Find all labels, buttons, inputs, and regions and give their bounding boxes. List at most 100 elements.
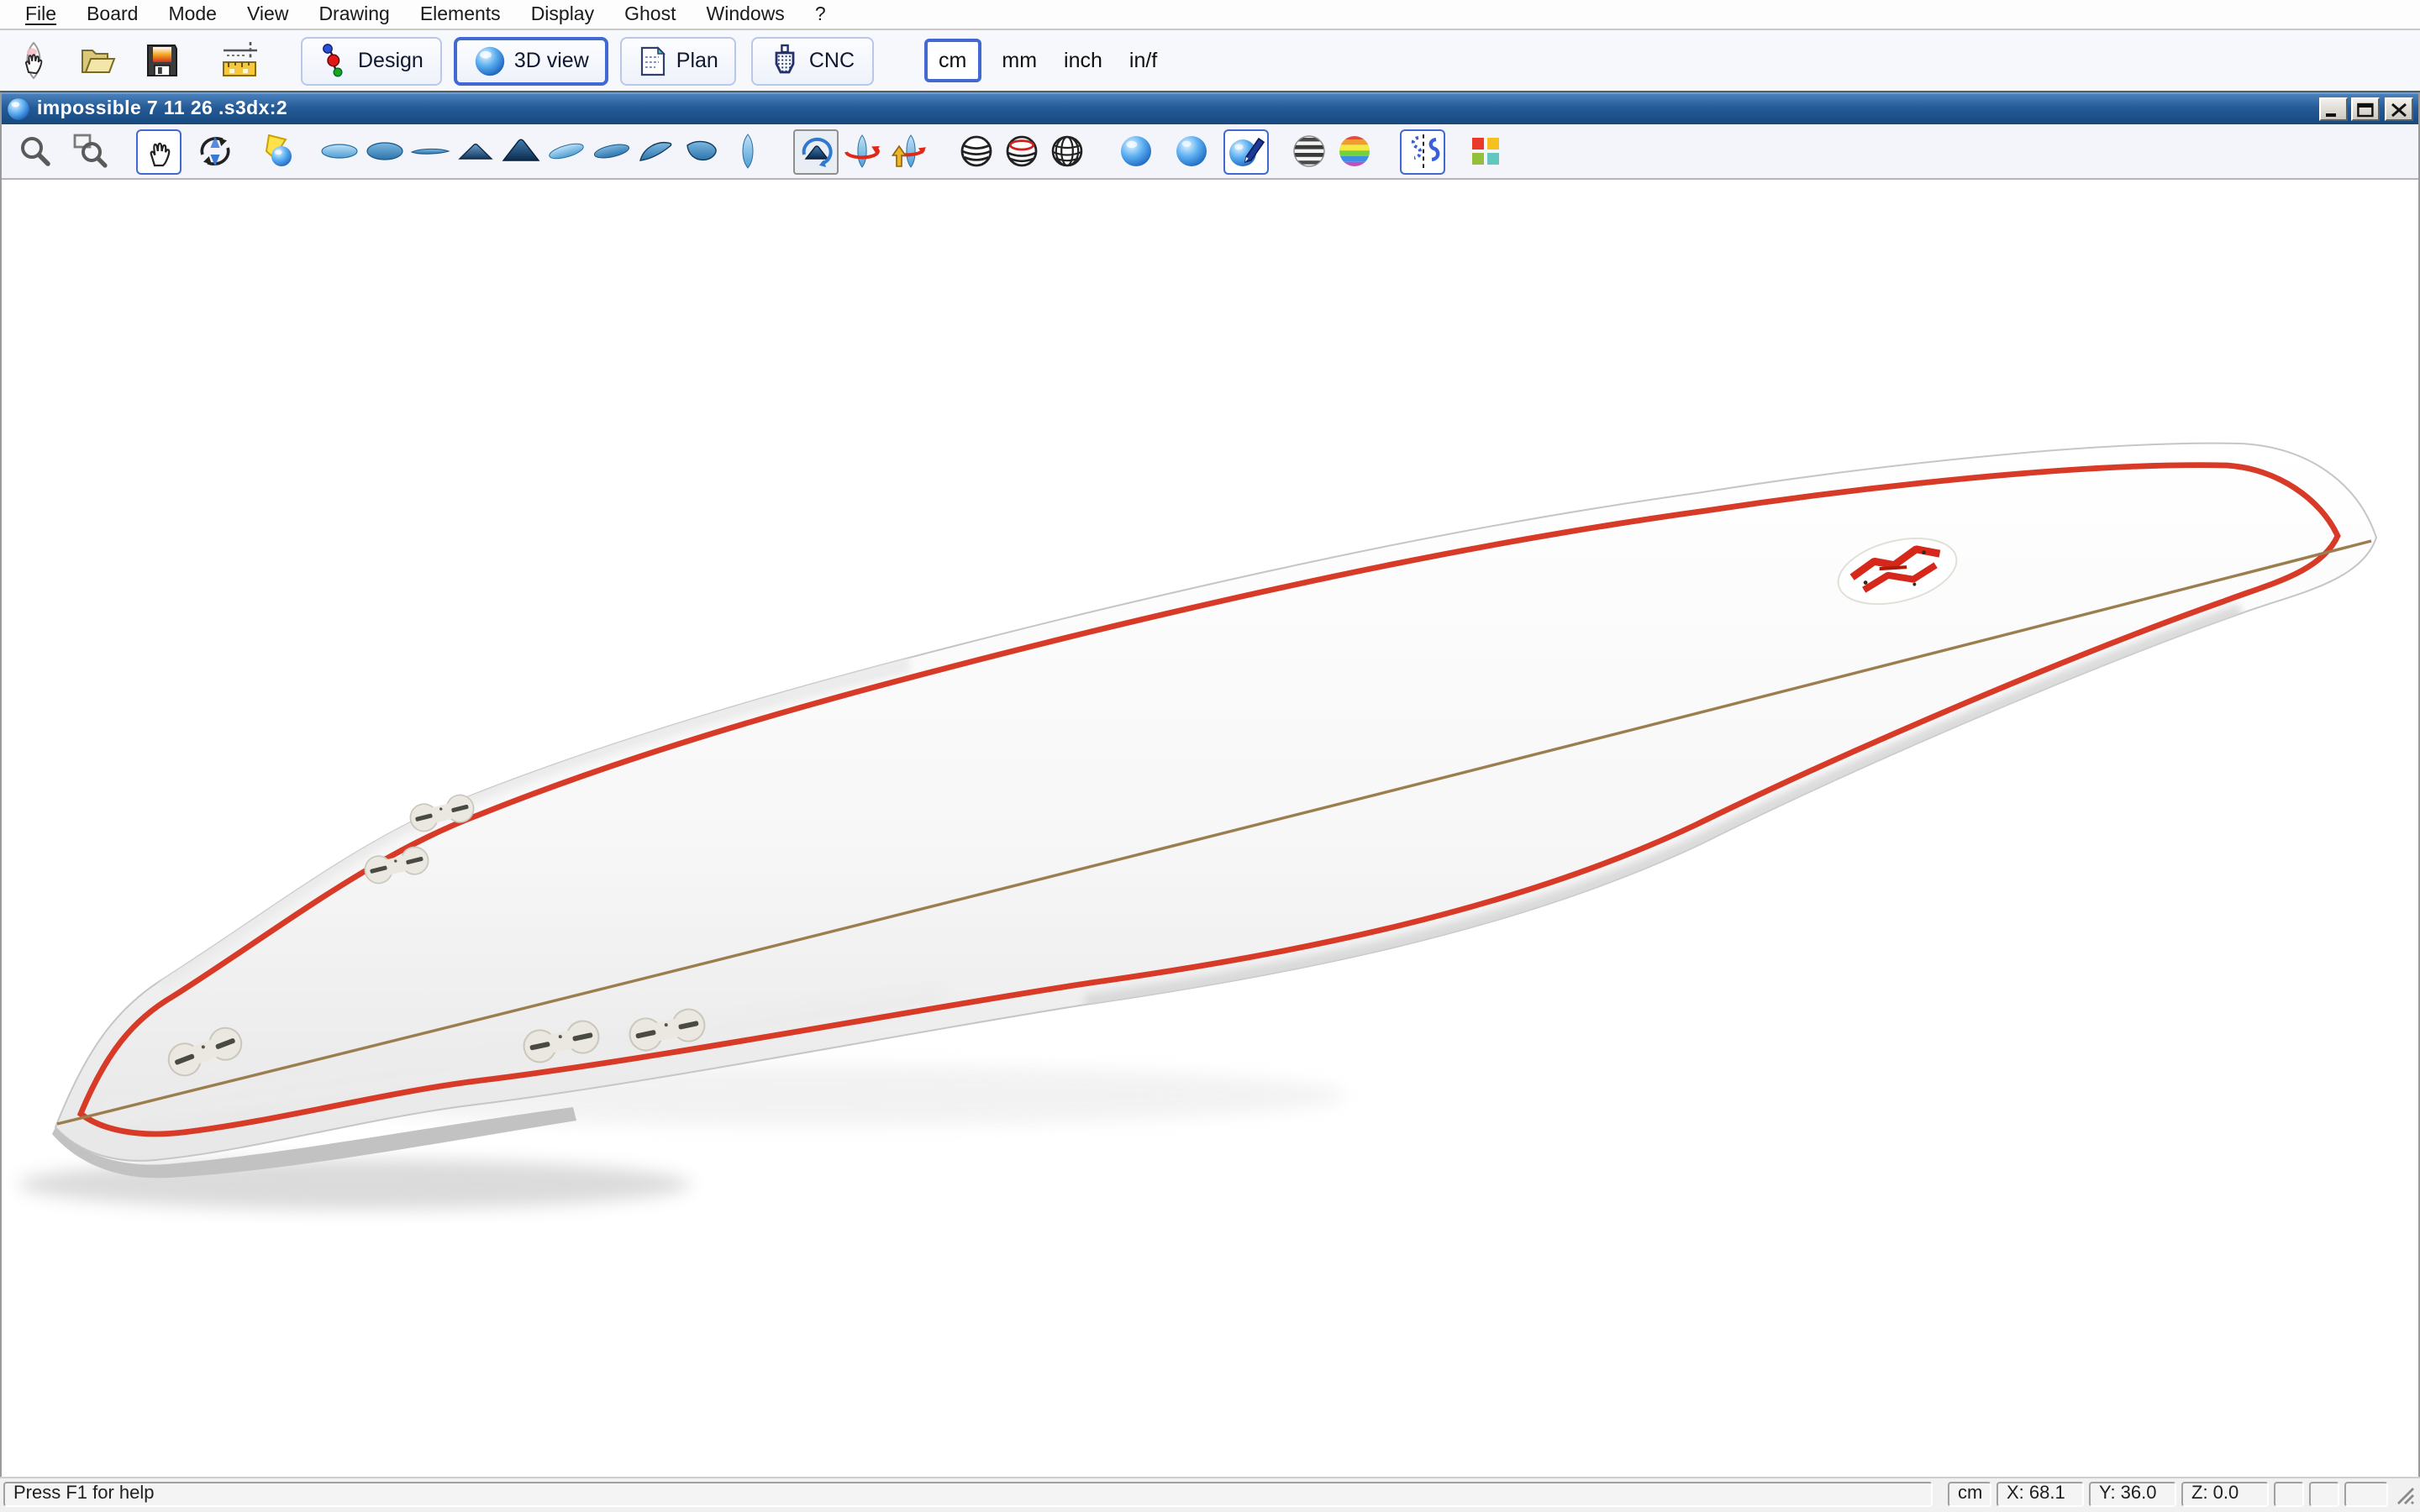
new-board-icon (13, 40, 54, 81)
smooth-sphere-icon (1172, 133, 1209, 170)
plan-mode-icon (639, 45, 668, 76)
zoom-button[interactable] (12, 129, 57, 174)
menu-view[interactable]: View (232, 4, 303, 24)
wireframe-sphere-icon (957, 133, 994, 170)
color-squares-button[interactable] (1462, 129, 1507, 174)
minimize-button[interactable] (2319, 97, 2348, 121)
menu-help[interactable]: ? (800, 4, 841, 24)
section-front-button[interactable] (452, 129, 497, 174)
perspective-bottom-button[interactable] (588, 129, 634, 174)
dimensions-icon (220, 39, 264, 82)
plan-mode-label: Plan (676, 49, 718, 72)
stripes-gray-sphere-icon (1290, 133, 1327, 170)
pan-hand-icon (140, 133, 177, 170)
perspective-top-button[interactable] (543, 129, 588, 174)
rotate-axis-icon (841, 131, 881, 171)
view-bottom-button[interactable] (361, 129, 407, 174)
wireframe-globe-icon (1048, 133, 1085, 170)
view-top-button[interactable] (316, 129, 361, 174)
symmetry-button[interactable] (1400, 129, 1445, 174)
design-mode-icon (319, 44, 350, 77)
three-quarter-front-icon (636, 133, 676, 170)
menu-windows[interactable]: Windows (692, 4, 800, 24)
view-side-button[interactable] (407, 129, 452, 174)
units-selector: cm mm inch in/f (923, 39, 1171, 82)
view-outline-button[interactable] (724, 129, 770, 174)
design-mode-label: Design (358, 49, 424, 72)
three-quarter-back-icon (681, 133, 722, 170)
smooth-sphere-button[interactable] (1168, 129, 1213, 174)
auto-rotate-button[interactable] (793, 129, 839, 174)
menu-ghost[interactable]: Ghost (609, 4, 691, 24)
pan-hand-button[interactable] (136, 129, 182, 174)
view-toolbar (2, 124, 2418, 180)
3d-view-mode-button[interactable]: 3D view (454, 36, 609, 85)
unit-mm[interactable]: mm (988, 49, 1050, 72)
section-back-icon (500, 133, 540, 170)
view-outline-icon (729, 133, 765, 170)
cnc-mode-icon (771, 44, 801, 77)
close-icon (2390, 102, 2408, 117)
resize-grip[interactable] (2393, 1481, 2417, 1506)
menu-display[interactable]: Display (516, 4, 609, 24)
close-button[interactable] (2385, 97, 2413, 121)
render-sphere-button[interactable] (1113, 129, 1158, 174)
status-empty-3 (2344, 1481, 2388, 1506)
status-empty-2 (2309, 1481, 2339, 1506)
new-board-button[interactable] (8, 35, 59, 86)
cnc-mode-button[interactable]: CNC (752, 36, 873, 85)
symmetry-icon (1402, 131, 1443, 171)
status-z: Z: 0.0 (2181, 1481, 2269, 1506)
light-button[interactable] (254, 129, 299, 174)
unit-inch[interactable]: inch (1050, 49, 1116, 72)
perspective-bottom-icon (591, 133, 631, 170)
perspective-top-icon (545, 133, 586, 170)
edit-design-button[interactable] (1223, 129, 1269, 174)
render-sphere-icon (1117, 133, 1154, 170)
wireframe-red-sphere-button[interactable] (998, 129, 1044, 174)
maximize-button[interactable] (2351, 97, 2380, 121)
resize-grip-icon (2393, 1481, 2417, 1506)
plan-mode-button[interactable]: Plan (621, 36, 737, 85)
menu-elements[interactable]: Elements (405, 4, 516, 24)
menu-mode[interactable]: Mode (153, 4, 232, 24)
auto-rotate-icon (796, 131, 836, 171)
minimize-icon (2324, 102, 2343, 117)
rotate-axis-button[interactable] (839, 129, 884, 174)
unit-inf[interactable]: in/f (1116, 49, 1171, 72)
menu-bar: File Board Mode View Drawing Elements Di… (0, 0, 2420, 30)
document-titlebar[interactable]: impossible 7 11 26 .s3dx:2 (2, 92, 2418, 124)
stripes-gray-sphere-button[interactable] (1286, 129, 1331, 174)
light-icon (258, 133, 295, 170)
rotate-3d-button[interactable] (192, 129, 237, 174)
section-back-button[interactable] (497, 129, 543, 174)
view-top-icon (318, 133, 359, 170)
zoom-window-button[interactable] (67, 129, 113, 174)
status-bar: Press F1 for help cm X: 68.1 Y: 36.0 Z: … (0, 1477, 2420, 1509)
cnc-mode-label: CNC (809, 49, 855, 72)
unit-cm[interactable]: cm (923, 39, 981, 82)
dimensions-button[interactable] (217, 35, 267, 86)
color-squares-icon (1466, 133, 1503, 170)
save-button[interactable] (136, 35, 187, 86)
stripes-rainbow-sphere-button[interactable] (1331, 129, 1376, 174)
three-quarter-front-button[interactable] (634, 129, 679, 174)
board-outline (55, 444, 2376, 1161)
menu-file[interactable]: File (10, 4, 71, 24)
wireframe-sphere-button[interactable] (953, 129, 998, 174)
zoom-window-icon (71, 133, 108, 170)
view-bottom-icon (364, 133, 404, 170)
design-mode-button[interactable]: Design (301, 36, 442, 85)
rotate-flip-button[interactable] (884, 129, 929, 174)
menu-board[interactable]: Board (71, 4, 153, 24)
open-button[interactable] (72, 35, 123, 86)
maximize-icon (2356, 102, 2375, 117)
three-quarter-back-button[interactable] (679, 129, 724, 174)
3d-view-icon (474, 45, 506, 76)
wireframe-globe-button[interactable] (1044, 129, 1089, 174)
board-3d-render[interactable] (2, 180, 2418, 1477)
3d-viewport[interactable] (2, 180, 2418, 1477)
menu-drawing[interactable]: Drawing (303, 4, 404, 24)
document-window: impossible 7 11 26 .s3dx:2 (0, 92, 2420, 1477)
section-front-icon (455, 133, 495, 170)
